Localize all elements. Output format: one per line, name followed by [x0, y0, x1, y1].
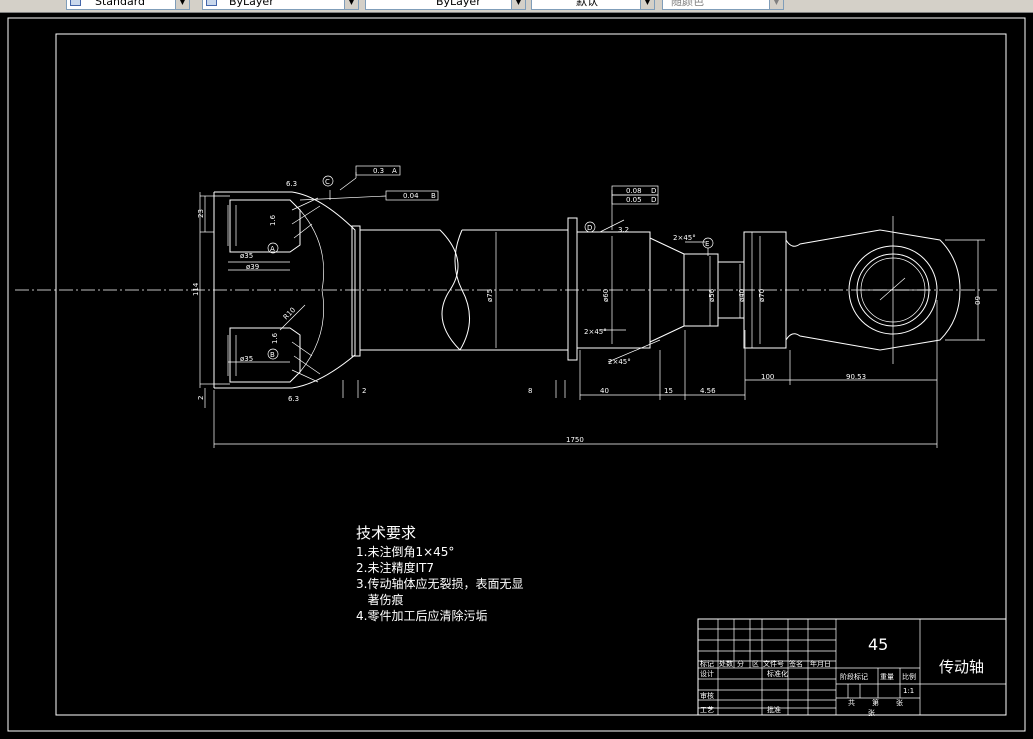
- dim-16-top: 1.6: [269, 214, 277, 226]
- requirements-title: 技术要求: [356, 524, 416, 542]
- row-review: 审核: [700, 691, 714, 700]
- dim-2-flange: 2: [362, 387, 366, 395]
- requirement-1: 1.未注倒角1×45°: [356, 544, 454, 559]
- dimension-lines: [213, 232, 938, 448]
- dim-phi70: ø70: [758, 289, 766, 302]
- tol3-ref: D: [651, 187, 656, 195]
- dim-8: 8: [528, 387, 532, 395]
- datum-b: B: [270, 351, 275, 359]
- dim-40: 40: [600, 387, 609, 395]
- dim-60: 60: [973, 296, 981, 305]
- tol4-value: 0.05: [626, 196, 642, 204]
- scale-label: 比例: [902, 672, 916, 681]
- tol4-ref: D: [651, 196, 656, 204]
- chevron-down-icon: ▼: [640, 0, 654, 9]
- dim-phi56: ø56: [708, 288, 716, 302]
- row-approve: 批准: [767, 705, 781, 714]
- hdr-count: 处数: [719, 659, 733, 668]
- datum-d: D: [587, 224, 592, 232]
- plot-style-dropdown[interactable]: 随颜色 ▼: [662, 0, 784, 10]
- chevron-down-icon: ▼: [769, 0, 783, 9]
- chamfer-3: 2×45°: [608, 358, 631, 366]
- sheets-total-unit: 张: [868, 708, 875, 717]
- part-name: 传动轴: [939, 658, 984, 676]
- dim-456: 4.56: [700, 387, 716, 395]
- left-yoke: [199, 191, 356, 408]
- sheet-frame: [7, 17, 1026, 732]
- hdr-area: 区: [752, 660, 759, 668]
- row-process: 工艺: [700, 706, 714, 714]
- dim-63-top: 6.3: [286, 180, 297, 188]
- chamfer-2: 2×45°: [584, 328, 607, 336]
- material: 45: [868, 635, 888, 654]
- dim-1750: 1750: [566, 436, 584, 444]
- requirement-3-cont: 著伤痕: [356, 592, 403, 607]
- dim-phi35-top: ø35: [240, 252, 253, 260]
- dim-phi39: ø39: [246, 263, 259, 271]
- chamfer-1: 2×45°: [673, 234, 696, 242]
- scale-value: 1:1: [903, 687, 914, 695]
- leaders: [299, 172, 709, 363]
- chevron-down-icon: ▼: [511, 0, 525, 9]
- hdr-sign: 签名: [789, 659, 803, 668]
- tol3-value: 0.08: [626, 187, 642, 195]
- dim-15: 15: [664, 387, 673, 395]
- sheets-no-unit: 张: [896, 698, 903, 707]
- dim-2-left: 2: [197, 396, 205, 400]
- chevron-down-icon: ▼: [344, 0, 358, 9]
- tol1-ref: A: [392, 167, 397, 175]
- chevron-down-icon: ▼: [175, 0, 189, 9]
- layer-dropdown[interactable]: ByLayer ▼: [202, 0, 359, 10]
- dim-100: 100: [761, 373, 774, 381]
- dim-23: 23: [197, 209, 205, 218]
- dim-r10: R10: [282, 306, 297, 321]
- cad-drawing: 0.3 A 0.04 B 0.08 D 0.05 D C A B D E 23 …: [7, 17, 1026, 732]
- dim-63-bottom: 6.3: [288, 395, 299, 403]
- dim-phi60: ø60: [602, 289, 610, 302]
- row-standard: 标准化: [767, 669, 788, 678]
- dim-phi75: ø75: [486, 289, 494, 302]
- datum-a: A: [270, 245, 275, 253]
- requirement-3: 3.传动轴体应无裂损，表面无显: [356, 576, 523, 591]
- tol2-value: 0.04: [403, 192, 419, 200]
- dim-r32: 3.2: [618, 226, 629, 234]
- tube-section: [351, 217, 787, 361]
- tol2-ref: B: [431, 192, 436, 200]
- linetype-dropdown[interactable]: ByLayer ▼: [365, 0, 526, 10]
- text-style-icon: [70, 0, 81, 6]
- weight-label: 重量: [880, 673, 894, 681]
- requirement-4: 4.零件加工后应清除污垢: [356, 608, 487, 623]
- row-design: 设计: [700, 669, 714, 678]
- datum-e: E: [705, 240, 709, 248]
- layer-color-icon: [206, 0, 217, 6]
- lineweight-dropdown[interactable]: 默认 ▼: [531, 0, 655, 10]
- tolerance-frames: [355, 165, 659, 205]
- hdr-file: 文件号: [763, 659, 784, 668]
- dim-16-bottom: 1.6: [271, 332, 279, 344]
- dim-114: 114: [192, 282, 200, 296]
- hdr-date: 年月日: [810, 659, 831, 668]
- sheets-total: 共: [848, 698, 855, 707]
- datum-c: C: [325, 178, 330, 186]
- dim-phi35-bottom: ø35: [240, 355, 253, 363]
- hdr-mark: 标记: [700, 659, 714, 668]
- dim-9053: 90.53: [846, 373, 866, 381]
- stage-label: 阶段标记: [840, 672, 868, 681]
- requirement-2: 2.未注精度IT7: [356, 560, 434, 575]
- dim-phi40: ø40: [738, 289, 746, 302]
- tol1-value: 0.3: [373, 167, 384, 175]
- text-style-dropdown[interactable]: Standard ▼: [66, 0, 190, 10]
- sheets-no: 第: [872, 698, 879, 707]
- drawing-canvas[interactable]: 0.3 A 0.04 B 0.08 D 0.05 D C A B D E 23 …: [0, 12, 1033, 735]
- hdr-zone: 分: [737, 659, 744, 668]
